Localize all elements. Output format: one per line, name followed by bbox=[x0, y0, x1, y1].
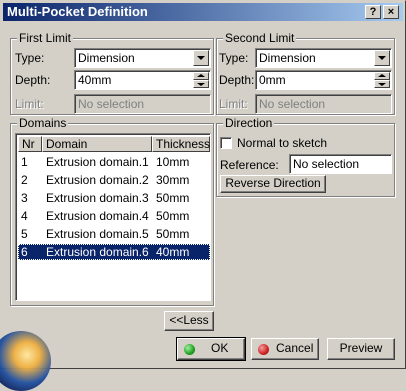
first-depth-spinner[interactable] bbox=[193, 72, 209, 88]
table-row[interactable]: 5 Extrusion domain.5 50mm bbox=[18, 226, 210, 242]
ok-icon bbox=[184, 344, 195, 355]
row-nr: 4 bbox=[21, 209, 28, 223]
globe-logo-icon bbox=[0, 331, 51, 391]
second-depth-label: Depth: bbox=[219, 73, 255, 87]
row-thickness: 50mm bbox=[156, 227, 190, 241]
spin-up-icon[interactable] bbox=[193, 72, 209, 80]
row-domain: Extrusion domain.6 bbox=[46, 245, 149, 259]
second-depth-input[interactable]: 0mm bbox=[255, 70, 392, 90]
row-domain: Extrusion domain.4 bbox=[46, 209, 149, 223]
row-nr: 2 bbox=[21, 173, 28, 187]
ok-button[interactable]: OK bbox=[176, 337, 246, 361]
multi-pocket-dialog: Multi-Pocket Definition ? × First Limit … bbox=[0, 0, 406, 391]
first-depth-input[interactable]: 40mm bbox=[74, 70, 211, 90]
second-limit-title: Second Limit bbox=[223, 31, 297, 45]
domains-title: Domains bbox=[17, 116, 69, 130]
window-title: Multi-Pocket Definition bbox=[7, 4, 148, 19]
domains-list[interactable]: Nr Domain Thickness 1 Extrusion domain.1… bbox=[15, 133, 211, 301]
second-depth-value: 0mm bbox=[259, 73, 286, 87]
column-header-thickness[interactable]: Thickness bbox=[152, 136, 210, 152]
spin-down-icon[interactable] bbox=[193, 80, 209, 88]
second-type-value: Dimension bbox=[259, 51, 316, 65]
chevron-down-icon[interactable] bbox=[193, 50, 209, 66]
row-nr: 1 bbox=[21, 155, 28, 169]
spin-up-icon[interactable] bbox=[374, 72, 390, 80]
row-thickness: 40mm bbox=[156, 245, 190, 259]
first-type-combo[interactable]: Dimension bbox=[74, 48, 211, 68]
first-type-label: Type: bbox=[15, 51, 45, 65]
cancel-label: Cancel bbox=[276, 341, 314, 355]
row-nr: 3 bbox=[21, 191, 28, 205]
table-row-selected[interactable]: 6 Extrusion domain.6 40mm bbox=[18, 244, 210, 260]
row-nr: 6 bbox=[21, 245, 28, 259]
second-limit-label: Limit: bbox=[219, 97, 248, 111]
column-header-nr[interactable]: Nr bbox=[18, 136, 42, 152]
spin-down-icon[interactable] bbox=[374, 80, 390, 88]
table-row[interactable]: 1 Extrusion domain.1 10mm bbox=[18, 154, 210, 170]
row-thickness: 50mm bbox=[156, 209, 190, 223]
row-thickness: 10mm bbox=[156, 155, 190, 169]
first-depth-value: 40mm bbox=[78, 73, 112, 87]
row-domain: Extrusion domain.2 bbox=[46, 173, 149, 187]
table-row[interactable]: 2 Extrusion domain.2 30mm bbox=[18, 172, 210, 188]
second-depth-spinner[interactable] bbox=[374, 72, 390, 88]
second-limit-field: No selection bbox=[255, 94, 392, 114]
reference-field[interactable]: No selection bbox=[289, 154, 392, 174]
first-limit-label: Limit: bbox=[15, 97, 44, 111]
help-button[interactable]: ? bbox=[365, 5, 381, 19]
chevron-down-icon[interactable] bbox=[374, 50, 390, 66]
table-row[interactable]: 4 Extrusion domain.4 50mm bbox=[18, 208, 210, 224]
second-type-label: Type: bbox=[219, 51, 249, 65]
first-limit-field: No selection bbox=[74, 94, 211, 114]
preview-button[interactable]: Preview bbox=[327, 338, 395, 360]
row-domain: Extrusion domain.1 bbox=[46, 155, 149, 169]
ok-label: OK bbox=[211, 341, 229, 355]
first-limit-title: First Limit bbox=[17, 31, 73, 45]
cancel-icon bbox=[258, 344, 269, 355]
row-nr: 5 bbox=[21, 227, 28, 241]
close-button[interactable]: × bbox=[383, 5, 399, 19]
domains-list-header: Nr Domain Thickness bbox=[18, 136, 210, 152]
table-row[interactable]: 3 Extrusion domain.3 50mm bbox=[18, 190, 210, 206]
row-domain: Extrusion domain.5 bbox=[46, 227, 149, 241]
row-thickness: 50mm bbox=[156, 191, 190, 205]
first-type-value: Dimension bbox=[78, 51, 135, 65]
cancel-button[interactable]: Cancel bbox=[251, 338, 319, 360]
direction-title: Direction bbox=[223, 116, 275, 130]
first-depth-label: Depth: bbox=[15, 73, 51, 87]
row-thickness: 30mm bbox=[156, 173, 190, 187]
reference-label: Reference: bbox=[220, 158, 279, 172]
row-domain: Extrusion domain.3 bbox=[46, 191, 149, 205]
second-type-combo[interactable]: Dimension bbox=[255, 48, 392, 68]
normal-to-sketch-checkbox[interactable] bbox=[220, 137, 232, 149]
column-header-domain[interactable]: Domain bbox=[42, 136, 152, 152]
title-bar[interactable]: Multi-Pocket Definition ? × bbox=[3, 3, 403, 21]
reverse-direction-button[interactable]: Reverse Direction bbox=[220, 175, 326, 193]
normal-to-sketch-label: Normal to sketch bbox=[237, 136, 328, 150]
less-button[interactable]: <<Less bbox=[164, 311, 214, 331]
